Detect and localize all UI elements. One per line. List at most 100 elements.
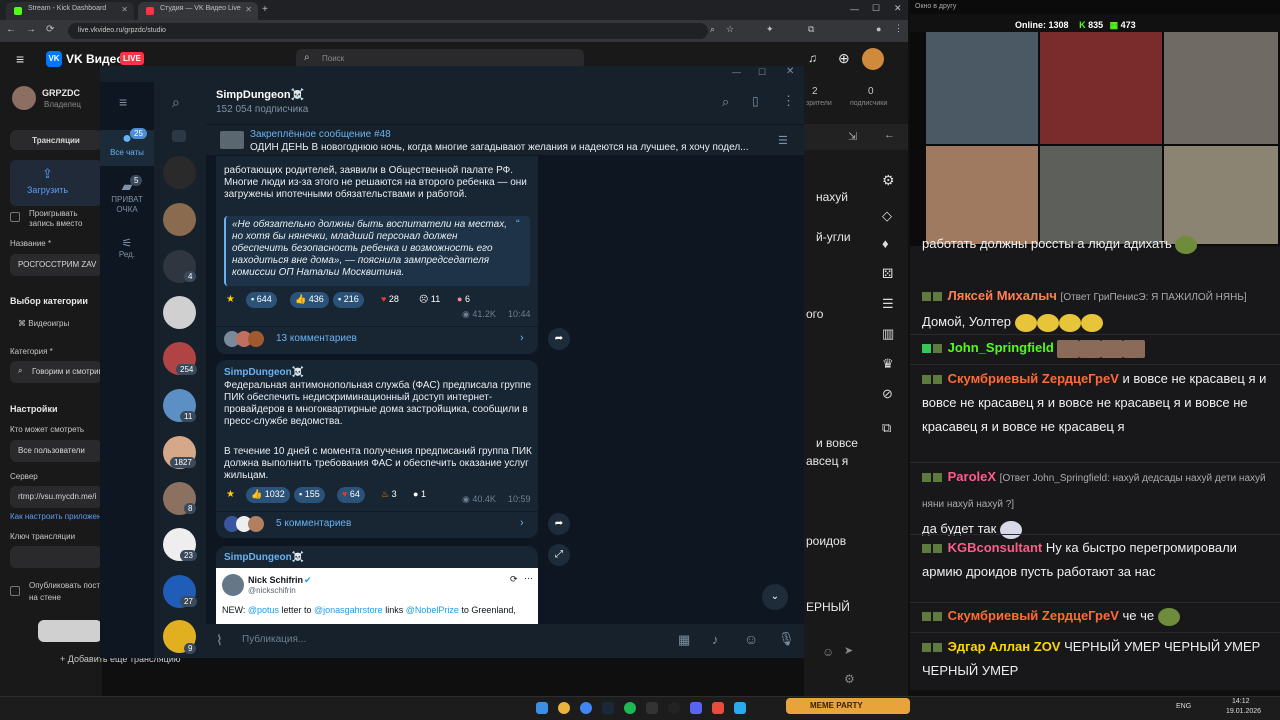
star-reaction-icon[interactable]: ★ (226, 294, 235, 305)
chat-avatar[interactable] (163, 296, 196, 329)
start-stream-button[interactable] (38, 620, 102, 642)
minimize-icon[interactable]: — (732, 67, 741, 77)
how-to-setup-link[interactable]: Как настроить приложение (10, 512, 110, 521)
diamond-icon[interactable]: ◇ (882, 208, 892, 224)
pin-list-icon[interactable]: ☰ (778, 134, 788, 147)
schedule-icon[interactable]: ▦ (678, 632, 690, 648)
list-icon[interactable]: ☰ (882, 296, 894, 312)
vk-title[interactable]: VK Видео (66, 52, 124, 66)
spotify-icon[interactable] (624, 702, 636, 714)
steam-icon[interactable] (602, 702, 614, 714)
profile-avatar-icon[interactable]: ● (876, 24, 881, 34)
emoji-icon[interactable]: ☺ (744, 631, 758, 647)
close-icon[interactable]: ✕ (786, 66, 794, 77)
dice-icon[interactable]: ⚄ (882, 266, 893, 282)
reaction[interactable]: 👍 436 (290, 292, 329, 308)
telegram-icon[interactable] (734, 702, 746, 714)
reaction[interactable]: ♥ 28 (376, 292, 404, 308)
gem-icon[interactable]: ♦ (882, 236, 889, 251)
scroll-down-button[interactable]: ⌄ (762, 584, 788, 610)
chat-username[interactable]: John_Springfield (948, 340, 1054, 355)
meme-party-widget[interactable]: MEME PARTY (786, 698, 910, 714)
extension-icon[interactable]: ✦ (766, 24, 774, 35)
share-button[interactable]: ➦ (548, 328, 570, 350)
browser-icon[interactable] (580, 702, 592, 714)
chrome-menu-icon[interactable]: ⋮ (894, 23, 903, 34)
app-icon[interactable] (646, 702, 658, 714)
language-indicator[interactable]: ENG (1176, 703, 1191, 710)
reaction[interactable]: ♨ 3 (376, 487, 402, 503)
stream-key-input[interactable] (10, 546, 102, 568)
category-select[interactable]: ⌕ Говорим и смотрим (10, 361, 102, 383)
chat-username[interactable]: Эдгар Аллан ZOV (948, 639, 1061, 654)
who-can-watch-select[interactable]: Все пользователи (10, 440, 102, 462)
clock-date[interactable]: 19.01.2026 (1226, 708, 1261, 715)
gear-icon[interactable]: ⚙ (844, 672, 855, 686)
post2-comments-link[interactable]: 5 комментариев (276, 518, 351, 529)
chevron-right-icon[interactable]: › (520, 332, 524, 344)
microphone-icon[interactable]: 🎙 (778, 631, 795, 647)
close-tab-icon[interactable]: ✕ (245, 5, 252, 14)
chat-username[interactable]: Скумбриевый ZердцеГреV (948, 608, 1119, 623)
tweet-embed[interactable]: Nick Schifrin ✔ @nickschifrin ⟳ ⋯ NEW: @… (216, 568, 538, 624)
upload-box[interactable]: ⇪ Загрузить (10, 160, 102, 206)
back-icon[interactable]: ← (6, 24, 16, 35)
url-field[interactable]: live.vkvideo.ru/grpzdc/studio (68, 23, 708, 39)
tab-streams[interactable]: Трансляции (10, 130, 102, 150)
new-tab-icon[interactable]: + (262, 4, 268, 15)
archive-icon[interactable] (172, 130, 186, 142)
vk-logo[interactable]: VK (46, 51, 62, 67)
publish-post-checkbox[interactable] (10, 586, 20, 596)
maximize-icon[interactable]: ☐ (758, 67, 766, 78)
stream-name-input[interactable]: РОСГОССТРИМ ZAV (10, 254, 102, 276)
chat-username[interactable]: Ляксей Михалыч (948, 288, 1057, 303)
close-tab-icon[interactable]: ✕ (121, 5, 128, 14)
minimize-window-icon[interactable]: — (850, 4, 859, 14)
copy-icon[interactable]: ⧉ (882, 420, 891, 436)
reaction[interactable]: 👍 1032 (246, 487, 290, 503)
obs-icon[interactable] (668, 702, 680, 714)
gear-icon[interactable]: ⚙ (882, 172, 895, 189)
attach-icon[interactable]: ⌇ (216, 632, 223, 649)
forward-icon[interactable]: → (26, 24, 36, 35)
user-avatar[interactable] (862, 48, 884, 70)
block-icon[interactable]: ⊘ (882, 386, 893, 402)
chat-avatar[interactable] (163, 156, 196, 189)
app-icon[interactable] (690, 702, 702, 714)
reaction[interactable]: ▪ 216 (333, 292, 364, 308)
chrome-icon[interactable] (558, 702, 570, 714)
trophy-icon[interactable]: ♛ (882, 356, 894, 372)
send-icon[interactable]: ➤ (844, 644, 853, 657)
browser-tab-vk[interactable]: Студия — VK Видео Live ✕ (138, 2, 258, 20)
compose-input[interactable]: Публикация... (242, 634, 306, 645)
reaction[interactable]: ▪ 644 (246, 292, 277, 308)
windows-start-icon[interactable] (536, 702, 548, 714)
chat-username[interactable]: ParoleX (948, 469, 996, 484)
hamburger-menu-icon[interactable]: ≡ (119, 94, 127, 110)
more-options-icon[interactable]: ⋮ (782, 93, 795, 109)
maximize-window-icon[interactable]: ☐ (872, 3, 880, 14)
sidebar-toggle-icon[interactable]: ▯ (752, 94, 759, 108)
search-icon[interactable]: ⌕ (172, 94, 180, 111)
folder-private[interactable]: ▰ ПРИВАТ ОЧКА (100, 178, 154, 222)
bell-icon[interactable]: ♪ (712, 632, 719, 647)
post3-author[interactable]: SimpDungeon☠️ (224, 552, 304, 564)
post2-author[interactable]: SimpDungeon☠️ (224, 367, 304, 379)
chat-username[interactable]: Скумбриевый ZердцеГреV (948, 371, 1119, 386)
play-inside-checkbox[interactable] (10, 212, 20, 222)
expand-button[interactable]: ⤢ (548, 544, 570, 566)
pin-icon[interactable]: ⇲ (848, 130, 857, 143)
bookmark-star-icon[interactable]: ☆ (726, 24, 734, 35)
share-button[interactable]: ➦ (548, 513, 570, 535)
post1-comments-link[interactable]: 13 комментариев (276, 333, 357, 344)
star-reaction-icon[interactable]: ★ (226, 489, 235, 500)
notifications-bell-icon[interactable]: ♫ (808, 51, 817, 65)
chat-avatar[interactable] (163, 203, 196, 236)
emoji-icon[interactable]: ☺ (822, 645, 834, 659)
zoom-icon[interactable]: ⌕ (710, 24, 715, 35)
pinned-message-bar[interactable]: Закреплённое сообщение #48 ОДИН ДЕНЬ В н… (206, 124, 804, 156)
extensions-puzzle-icon[interactable]: ⧉ (808, 24, 814, 35)
browser-tab-kick[interactable]: Stream - Kick Dashboard ✕ (6, 2, 134, 20)
bar-chart-icon[interactable]: ▥ (882, 326, 894, 342)
hamburger-menu-icon[interactable]: ≡ (16, 51, 24, 67)
